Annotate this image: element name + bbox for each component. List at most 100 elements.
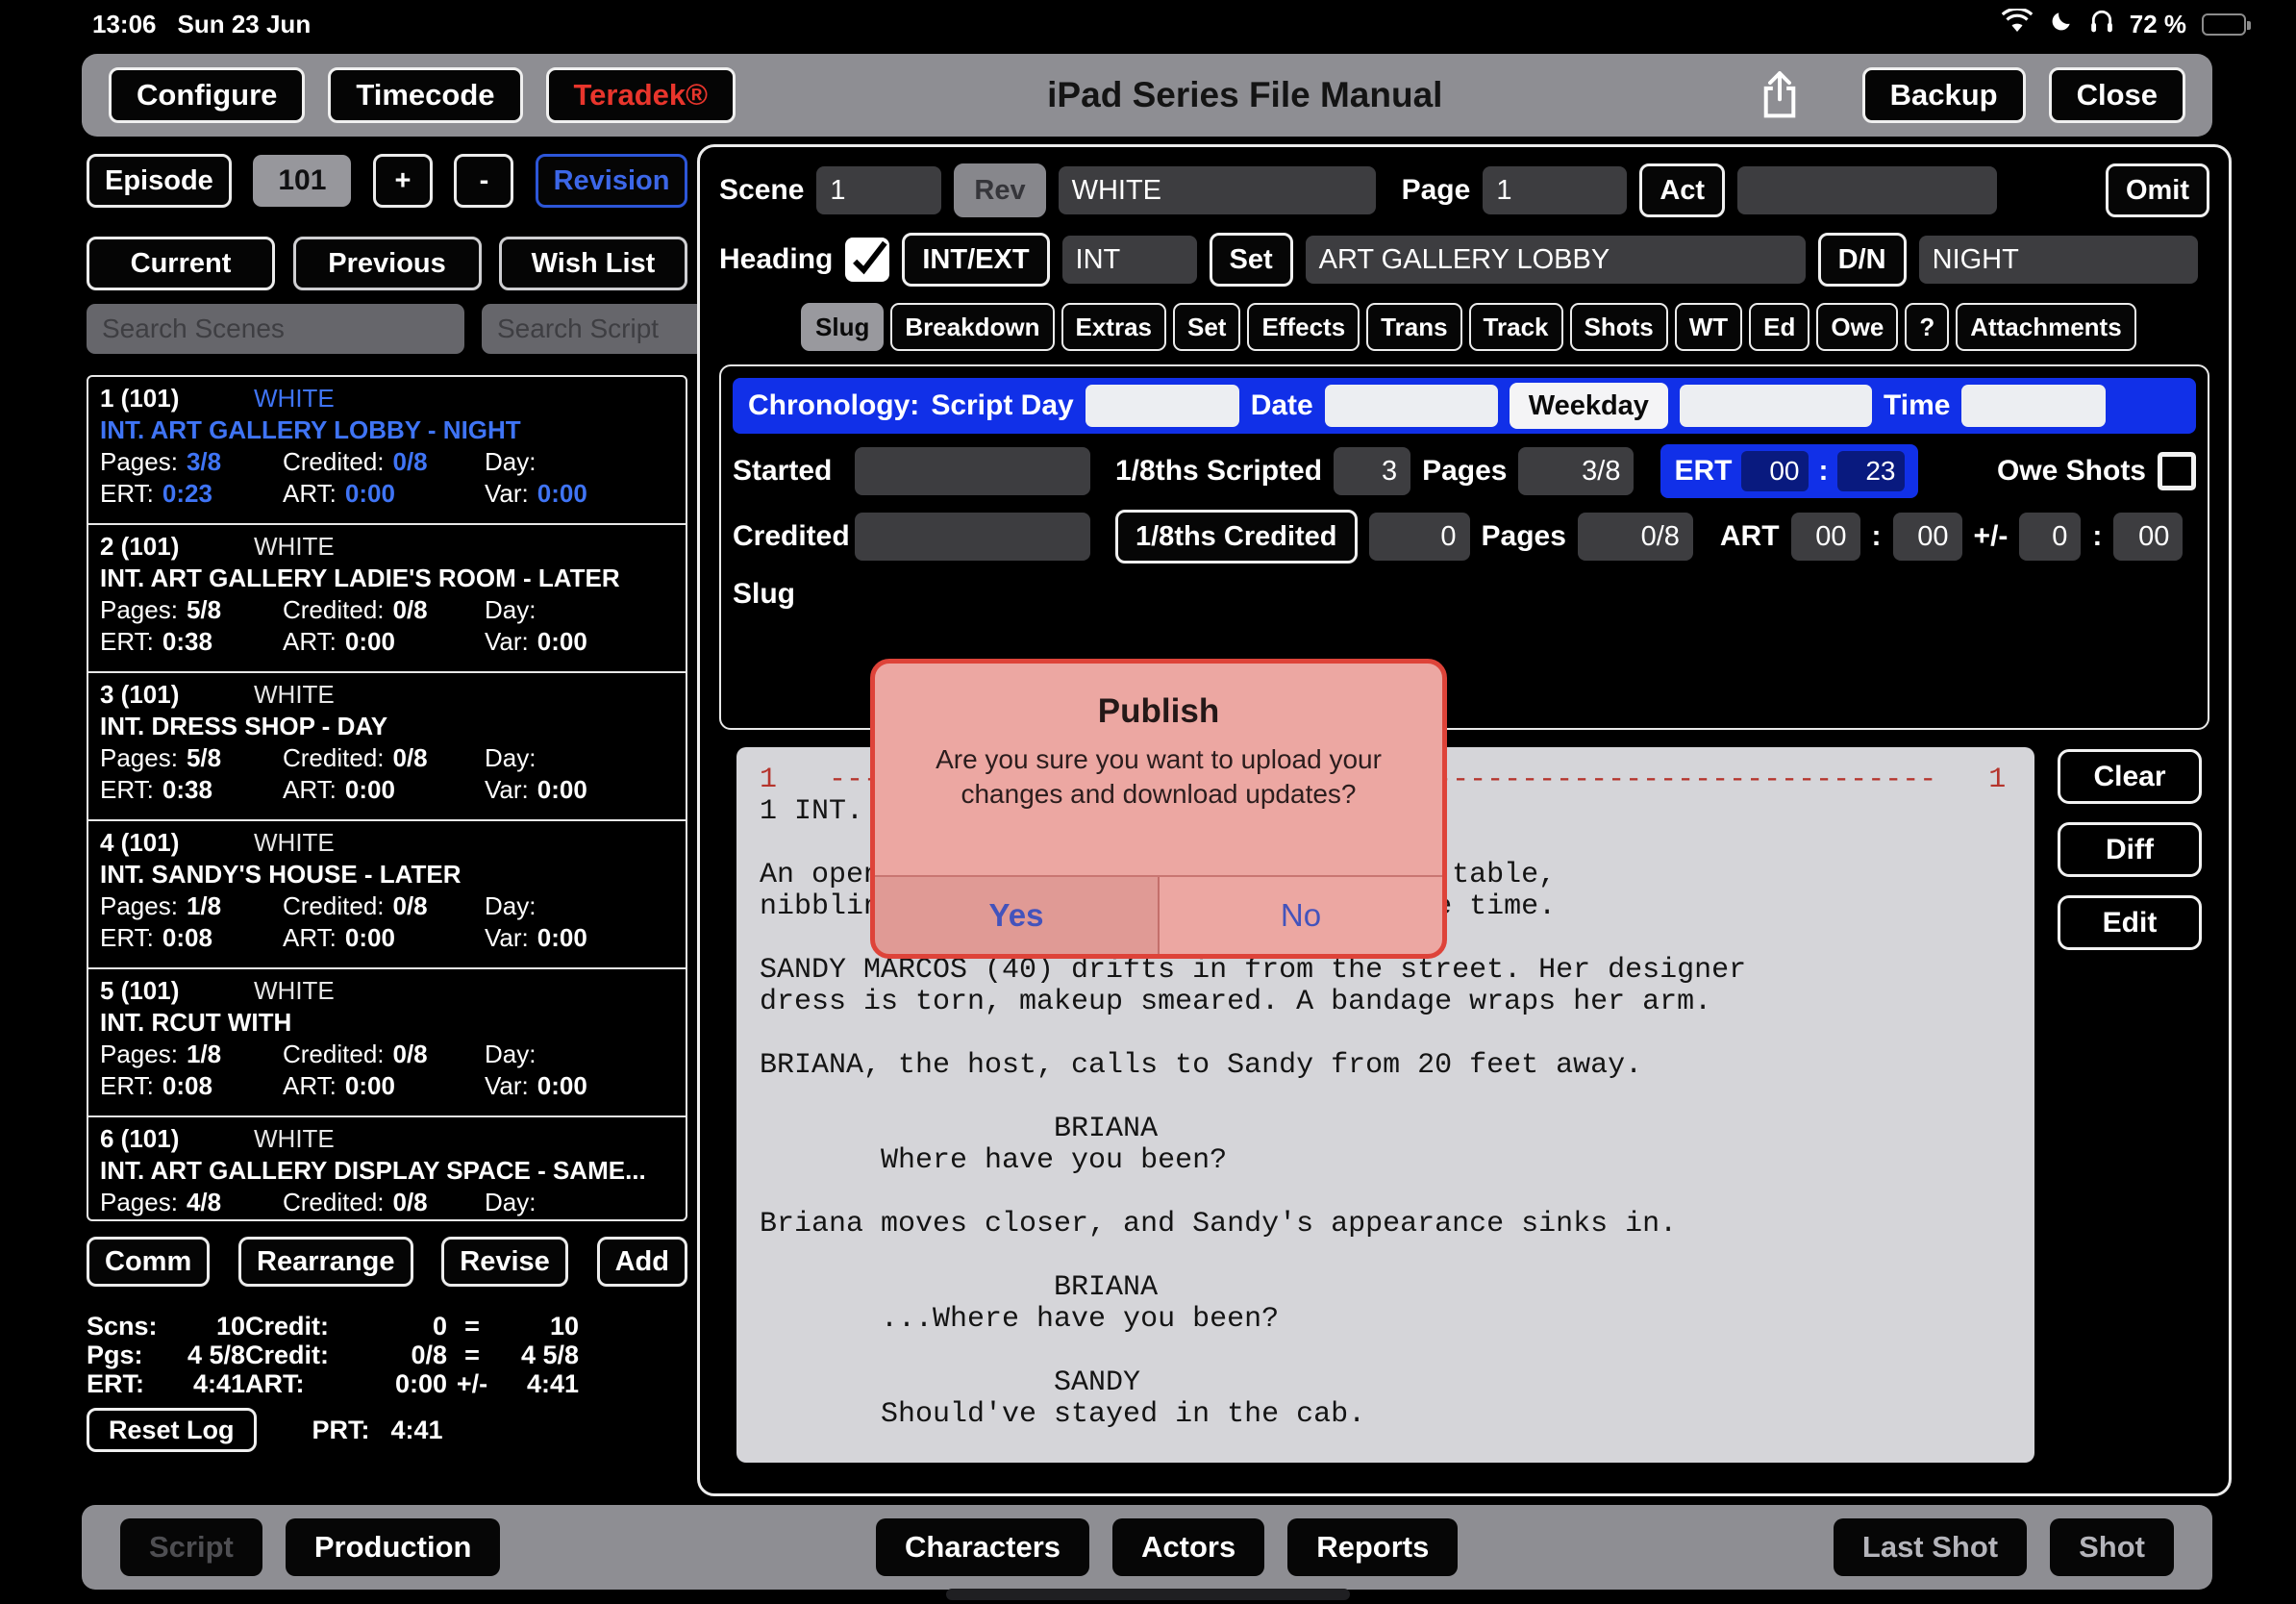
credited-field[interactable] <box>855 513 1090 561</box>
tab-trans[interactable]: Trans <box>1366 303 1461 351</box>
top-toolbar: Configure Timecode Teradek® iPad Series … <box>82 54 2212 137</box>
episode-plus-button[interactable]: + <box>373 154 433 208</box>
revision-button[interactable]: Revision <box>536 154 687 208</box>
weekday-field[interactable] <box>1680 385 1872 427</box>
tab-set[interactable]: Set <box>1173 303 1240 351</box>
day-label: Day: <box>485 1040 536 1069</box>
tab-extras[interactable]: Extras <box>1061 303 1167 351</box>
int-ext-button[interactable]: INT/EXT <box>902 233 1049 287</box>
scene-list-item-2[interactable]: 2 (101) WHITE INT. ART GALLERY LADIE'S R… <box>88 525 686 673</box>
timecode-button[interactable]: Timecode <box>328 67 522 123</box>
revise-button[interactable]: Revise <box>441 1237 568 1287</box>
set-field[interactable]: ART GALLERY LOBBY <box>1306 236 1806 284</box>
scene-list-item-6[interactable]: 6 (101) WHITE INT. ART GALLERY DISPLAY S… <box>88 1117 686 1221</box>
pages-value: 3/8 <box>187 447 221 477</box>
owe-shots-checkbox[interactable] <box>2158 452 2196 490</box>
dn-button[interactable]: D/N <box>1818 233 1907 287</box>
characters-button[interactable]: Characters <box>876 1518 1089 1576</box>
eighths-credited-field[interactable]: 0 <box>1369 513 1470 561</box>
tab-track[interactable]: Track <box>1469 303 1563 351</box>
act-field[interactable] <box>1737 166 1997 214</box>
episode-number-field[interactable]: 101 <box>253 155 351 207</box>
close-button[interactable]: Close <box>2049 67 2185 123</box>
backup-button[interactable]: Backup <box>1862 67 2026 123</box>
date-field[interactable] <box>1325 385 1498 427</box>
production-button[interactable]: Production <box>286 1518 501 1576</box>
scene-list-item-1[interactable]: 1 (101) WHITE INT. ART GALLERY LOBBY - N… <box>88 377 686 525</box>
eighths-scripted-field[interactable]: 3 <box>1334 447 1410 495</box>
dn-field[interactable]: NIGHT <box>1919 236 2198 284</box>
weekday-button[interactable]: Weekday <box>1510 383 1668 429</box>
scns-value: 10 <box>168 1312 245 1341</box>
art-hours-field[interactable]: 00 <box>1791 513 1860 561</box>
tab-ed[interactable]: Ed <box>1749 303 1809 351</box>
credited-label: Credited: <box>283 1188 385 1217</box>
ert-hours-field[interactable]: 00 <box>1741 451 1809 491</box>
ert-total: 4:41 <box>497 1369 579 1399</box>
credit-label: Credit: <box>245 1341 351 1370</box>
tab-effects[interactable]: Effects <box>1247 303 1360 351</box>
ert-minutes-field[interactable]: 23 <box>1837 451 1905 491</box>
tab-wt[interactable]: WT <box>1675 303 1742 351</box>
share-upload-icon[interactable] <box>1755 67 1805 123</box>
actors-button[interactable]: Actors <box>1112 1518 1264 1576</box>
episode-button[interactable]: Episode <box>87 154 232 208</box>
search-scenes-input[interactable] <box>87 304 464 354</box>
rearrange-button[interactable]: Rearrange <box>238 1237 412 1287</box>
pages-scripted-field[interactable]: 3/8 <box>1518 447 1634 495</box>
add-button[interactable]: Add <box>597 1237 687 1287</box>
yes-button[interactable]: Yes <box>875 877 1160 954</box>
home-indicator[interactable] <box>946 1589 1350 1600</box>
set-button[interactable]: Set <box>1210 233 1293 287</box>
tab-wish-list[interactable]: Wish List <box>499 237 687 290</box>
tab-owe[interactable]: Owe <box>1816 303 1898 351</box>
search-row <box>87 304 687 354</box>
rev-button[interactable]: Rev <box>954 163 1045 217</box>
time-field[interactable] <box>1961 385 2106 427</box>
int-ext-field[interactable]: INT <box>1062 236 1197 284</box>
pages-credited-field[interactable]: 0/8 <box>1578 513 1693 561</box>
scene-number-field[interactable]: 1 <box>816 166 941 214</box>
credited-value: 0/8 <box>393 1040 428 1069</box>
edit-button[interactable]: Edit <box>2058 895 2202 950</box>
tab-slug[interactable]: Slug <box>801 303 884 351</box>
eighths-credited-button[interactable]: 1/8ths Credited <box>1115 510 1358 564</box>
diff-button[interactable]: Diff <box>2058 822 2202 877</box>
tab-attachments[interactable]: Attachments <box>1956 303 2135 351</box>
reports-button[interactable]: Reports <box>1287 1518 1458 1576</box>
reset-log-button[interactable]: Reset Log <box>87 1408 257 1452</box>
tab-previous[interactable]: Previous <box>293 237 482 290</box>
comm-button[interactable]: Comm <box>87 1237 210 1287</box>
revision-color-field[interactable]: WHITE <box>1059 166 1376 214</box>
tab-shots[interactable]: Shots <box>1570 303 1668 351</box>
art-minutes-field[interactable]: 00 <box>1893 513 1962 561</box>
script-line: SANDY MARCOS (40) drifts in from the str… <box>760 955 2011 987</box>
scene-list-item-3[interactable]: 3 (101) WHITE INT. DRESS SHOP - DAY Page… <box>88 673 686 821</box>
configure-button[interactable]: Configure <box>109 67 305 123</box>
clear-button[interactable]: Clear <box>2058 749 2202 804</box>
started-field[interactable] <box>855 447 1090 495</box>
teradek-button[interactable]: Teradek® <box>546 67 736 123</box>
tab-current[interactable]: Current <box>87 237 275 290</box>
tab-question[interactable]: ? <box>1905 303 1949 351</box>
equals-sign: = <box>447 1341 497 1370</box>
omit-button[interactable]: Omit <box>2106 163 2209 217</box>
page-field[interactable]: 1 <box>1483 166 1627 214</box>
scene-list-item-4[interactable]: 4 (101) WHITE INT. SANDY'S HOUSE - LATER… <box>88 821 686 969</box>
heading-row: Heading INT/EXT INT Set ART GALLERY LOBB… <box>719 232 2209 288</box>
checked-checkbox-icon[interactable] <box>845 238 889 282</box>
script-day-field[interactable] <box>1086 385 1239 427</box>
scene-list-item-5[interactable]: 5 (101) WHITE INT. RCUT WITH Pages:1/8 C… <box>88 969 686 1117</box>
act-button[interactable]: Act <box>1639 163 1725 217</box>
credited-label: Credited: <box>283 595 385 625</box>
variance-minutes-field[interactable]: 00 <box>2113 513 2183 561</box>
episode-minus-button[interactable]: - <box>454 154 513 208</box>
art-label: ART: <box>245 1369 351 1399</box>
day-label: Day: <box>485 891 536 921</box>
art-label: ART: <box>283 923 337 953</box>
variance-hours-field[interactable]: 0 <box>2019 513 2081 561</box>
tab-breakdown[interactable]: Breakdown <box>890 303 1054 351</box>
script-line: BRIANA <box>760 1114 2011 1145</box>
no-button[interactable]: No <box>1160 877 1442 954</box>
battery-icon <box>2202 13 2246 36</box>
